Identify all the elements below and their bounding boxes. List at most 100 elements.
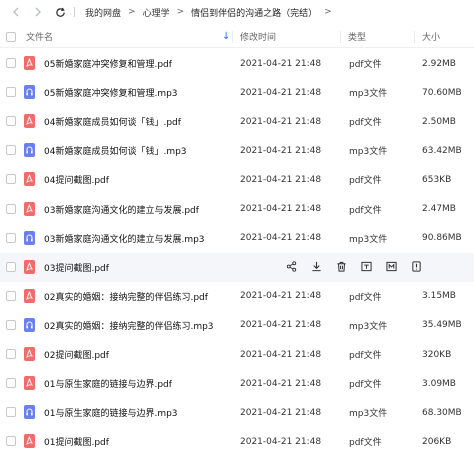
share-icon[interactable] [284, 260, 298, 274]
file-name[interactable]: 01提问截图.pdf [44, 435, 109, 448]
file-name[interactable]: 03提问截图.pdf [44, 261, 109, 274]
file-row[interactable]: 04新婚家庭成员如何谈「钱」.pdf 2021-04-21 21:48 pdf文件 2… [0, 107, 474, 136]
row-checkbox[interactable] [6, 145, 16, 156]
breadcrumb: 我的网盘 > 心理学 > 情侣到伴侣的沟通之路（完结） > [85, 6, 339, 19]
file-modified-time: 2021-04-21 21:48 [240, 320, 322, 331]
row-checkbox[interactable] [6, 87, 16, 98]
pdf-file-icon [24, 259, 35, 274]
column-header-modified[interactable]: 修改时间 [240, 30, 276, 43]
breadcrumb-separator: > [128, 7, 136, 17]
file-type: mp3文件 [349, 89, 388, 100]
file-modified-time: 2021-04-21 21:48 [240, 349, 322, 360]
pdf-file-icon [24, 172, 35, 187]
file-type: mp3文件 [349, 147, 388, 158]
file-row[interactable]: 02真实的婚姻：接纳完整的伴侣练习.pdf 2021-04-21 21:48 pdf… [0, 282, 474, 311]
file-row[interactable]: 05新婚家庭冲突修复和管理.pdf 2021-04-21 21:48 pdf文件 2.… [0, 49, 474, 78]
pdf-file-icon [24, 56, 35, 70]
select-all-checkbox[interactable] [6, 31, 16, 42]
column-divider [232, 31, 233, 43]
file-size: 63.42MB [422, 145, 462, 156]
file-name[interactable]: 02提问截图.pdf [44, 348, 109, 361]
move-icon[interactable] [384, 260, 398, 274]
file-row[interactable]: 03新婚家庭沟通文化的建立与发展.pdf 2021-04-21 21:48 pdf文… [0, 195, 474, 224]
rename-icon[interactable] [359, 260, 373, 274]
row-checkbox[interactable] [6, 203, 16, 214]
file-modified-time: 2021-04-21 21:48 [240, 58, 322, 69]
breadcrumb-separator: > [176, 7, 185, 17]
file-name[interactable]: 02真实的婚姻：接纳完整的伴侣练习.mp3 [44, 319, 214, 332]
sort-arrow-icon[interactable]: ↓ [222, 31, 230, 42]
pdf-file-icon [24, 434, 35, 449]
row-checkbox[interactable] [6, 58, 16, 68]
download-icon[interactable] [309, 260, 323, 274]
file-row[interactable]: 02提问截图.pdf 2021-04-21 21:48 pdf文件 320KB [0, 340, 474, 369]
row-checkbox[interactable] [6, 232, 16, 243]
file-size: 206KB [422, 436, 452, 447]
row-checkbox[interactable] [6, 116, 16, 127]
back-icon[interactable] [8, 4, 24, 20]
file-row[interactable]: 01提问截图.pdf 2021-04-21 21:48 pdf文件 206KB [0, 427, 474, 456]
file-name[interactable]: 05新婚家庭冲突修复和管理.mp3 [44, 86, 178, 99]
column-header-name[interactable]: 文件名 [26, 30, 53, 43]
audio-file-icon [24, 405, 35, 420]
row-checkbox[interactable] [6, 261, 16, 272]
breadcrumb-item[interactable]: 心理学 [143, 6, 170, 19]
file-modified-time: 2021-04-21 21:48 [240, 291, 322, 302]
file-size: 2.50MB [422, 116, 456, 127]
file-type: mp3文件 [349, 409, 388, 420]
top-navigation-bar: 我的网盘 > 心理学 > 情侣到伴侣的沟通之路（完结） > [0, 0, 474, 24]
pdf-file-icon [24, 201, 35, 216]
row-checkbox[interactable] [6, 378, 16, 389]
file-name[interactable]: 04提问截图.pdf [44, 173, 109, 186]
file-type: pdf文件 [349, 380, 382, 391]
row-checkbox[interactable] [6, 407, 16, 418]
file-row[interactable]: 05新婚家庭冲突修复和管理.mp3 2021-04-21 21:48 mp3文件 70… [0, 78, 474, 107]
file-size: 90.86MB [422, 233, 462, 244]
file-row[interactable]: 04新婚家庭成员如何谈「钱」.mp3 2021-04-21 21:48 mp3文件 6… [0, 136, 474, 165]
breadcrumb-current: 情侣到伴侣的沟通之路（完结） [191, 8, 318, 19]
file-name[interactable]: 01与原生家庭的链接与边界.pdf [44, 377, 172, 390]
file-size: 653KB [422, 174, 452, 185]
file-name[interactable]: 03新婚家庭沟通文化的建立与发展.mp3 [44, 232, 205, 245]
file-size: 3.09MB [422, 378, 456, 389]
more-icon[interactable] [409, 260, 423, 274]
file-modified-time: 2021-04-21 21:48 [240, 145, 322, 156]
file-name[interactable]: 05新婚家庭冲突修复和管理.pdf [44, 57, 172, 70]
file-type: mp3文件 [349, 321, 388, 332]
file-name[interactable]: 01与原生家庭的链接与边界.mp3 [44, 406, 178, 419]
file-modified-time: 2021-04-21 21:48 [240, 436, 322, 447]
row-checkbox[interactable] [6, 174, 16, 185]
column-header-type[interactable]: 类型 [348, 30, 366, 43]
file-modified-time: 2021-04-21 21:48 [240, 174, 322, 185]
column-header-size[interactable]: 大小 [422, 30, 440, 43]
pdf-file-icon [24, 288, 35, 303]
file-name[interactable]: 03新婚家庭沟通文化的建立与发展.pdf [44, 203, 199, 216]
delete-icon[interactable] [334, 260, 348, 274]
forward-icon[interactable] [30, 4, 46, 20]
file-row[interactable]: 02真实的婚姻：接纳完整的伴侣练习.mp3 2021-04-21 21:48 mp3… [0, 311, 474, 340]
file-row[interactable]: 01与原生家庭的链接与边界.mp3 2021-04-21 21:48 mp3文件 68… [0, 398, 474, 427]
file-row[interactable]: 01与原生家庭的链接与边界.pdf 2021-04-21 21:48 pdf文件 3.… [0, 369, 474, 398]
file-modified-time: 2021-04-21 21:48 [240, 233, 322, 244]
file-name[interactable]: 04新婚家庭成员如何谈「钱」.mp3 [44, 144, 187, 157]
file-row[interactable]: 03新婚家庭沟通文化的建立与发展.mp3 2021-04-21 21:48 mp3文… [0, 224, 474, 253]
row-checkbox[interactable] [6, 349, 16, 359]
file-name[interactable]: 02真实的婚姻：接纳完整的伴侣练习.pdf [44, 290, 208, 303]
column-divider [414, 31, 415, 43]
file-type: pdf文件 [349, 60, 382, 70]
refresh-icon[interactable] [52, 4, 68, 20]
row-checkbox[interactable] [6, 319, 16, 330]
row-checkbox[interactable] [6, 436, 16, 447]
file-size: 2.47MB [422, 204, 456, 214]
file-row[interactable]: 04提问截图.pdf 2021-04-21 21:48 pdf文件 653KB [0, 165, 474, 194]
file-row[interactable]: 03提问截图.pdf [0, 252, 474, 282]
file-type: pdf文件 [349, 205, 382, 216]
row-checkbox[interactable] [6, 290, 16, 301]
file-name[interactable]: 04新婚家庭成员如何谈「钱」.pdf [44, 115, 181, 128]
breadcrumb-item[interactable]: 我的网盘 [85, 6, 121, 19]
file-size: 2.92MB [422, 58, 456, 69]
pdf-file-icon [24, 376, 35, 391]
file-modified-time: 2021-04-21 21:48 [240, 116, 322, 127]
file-type: pdf文件 [349, 176, 382, 187]
audio-file-icon [24, 317, 35, 332]
